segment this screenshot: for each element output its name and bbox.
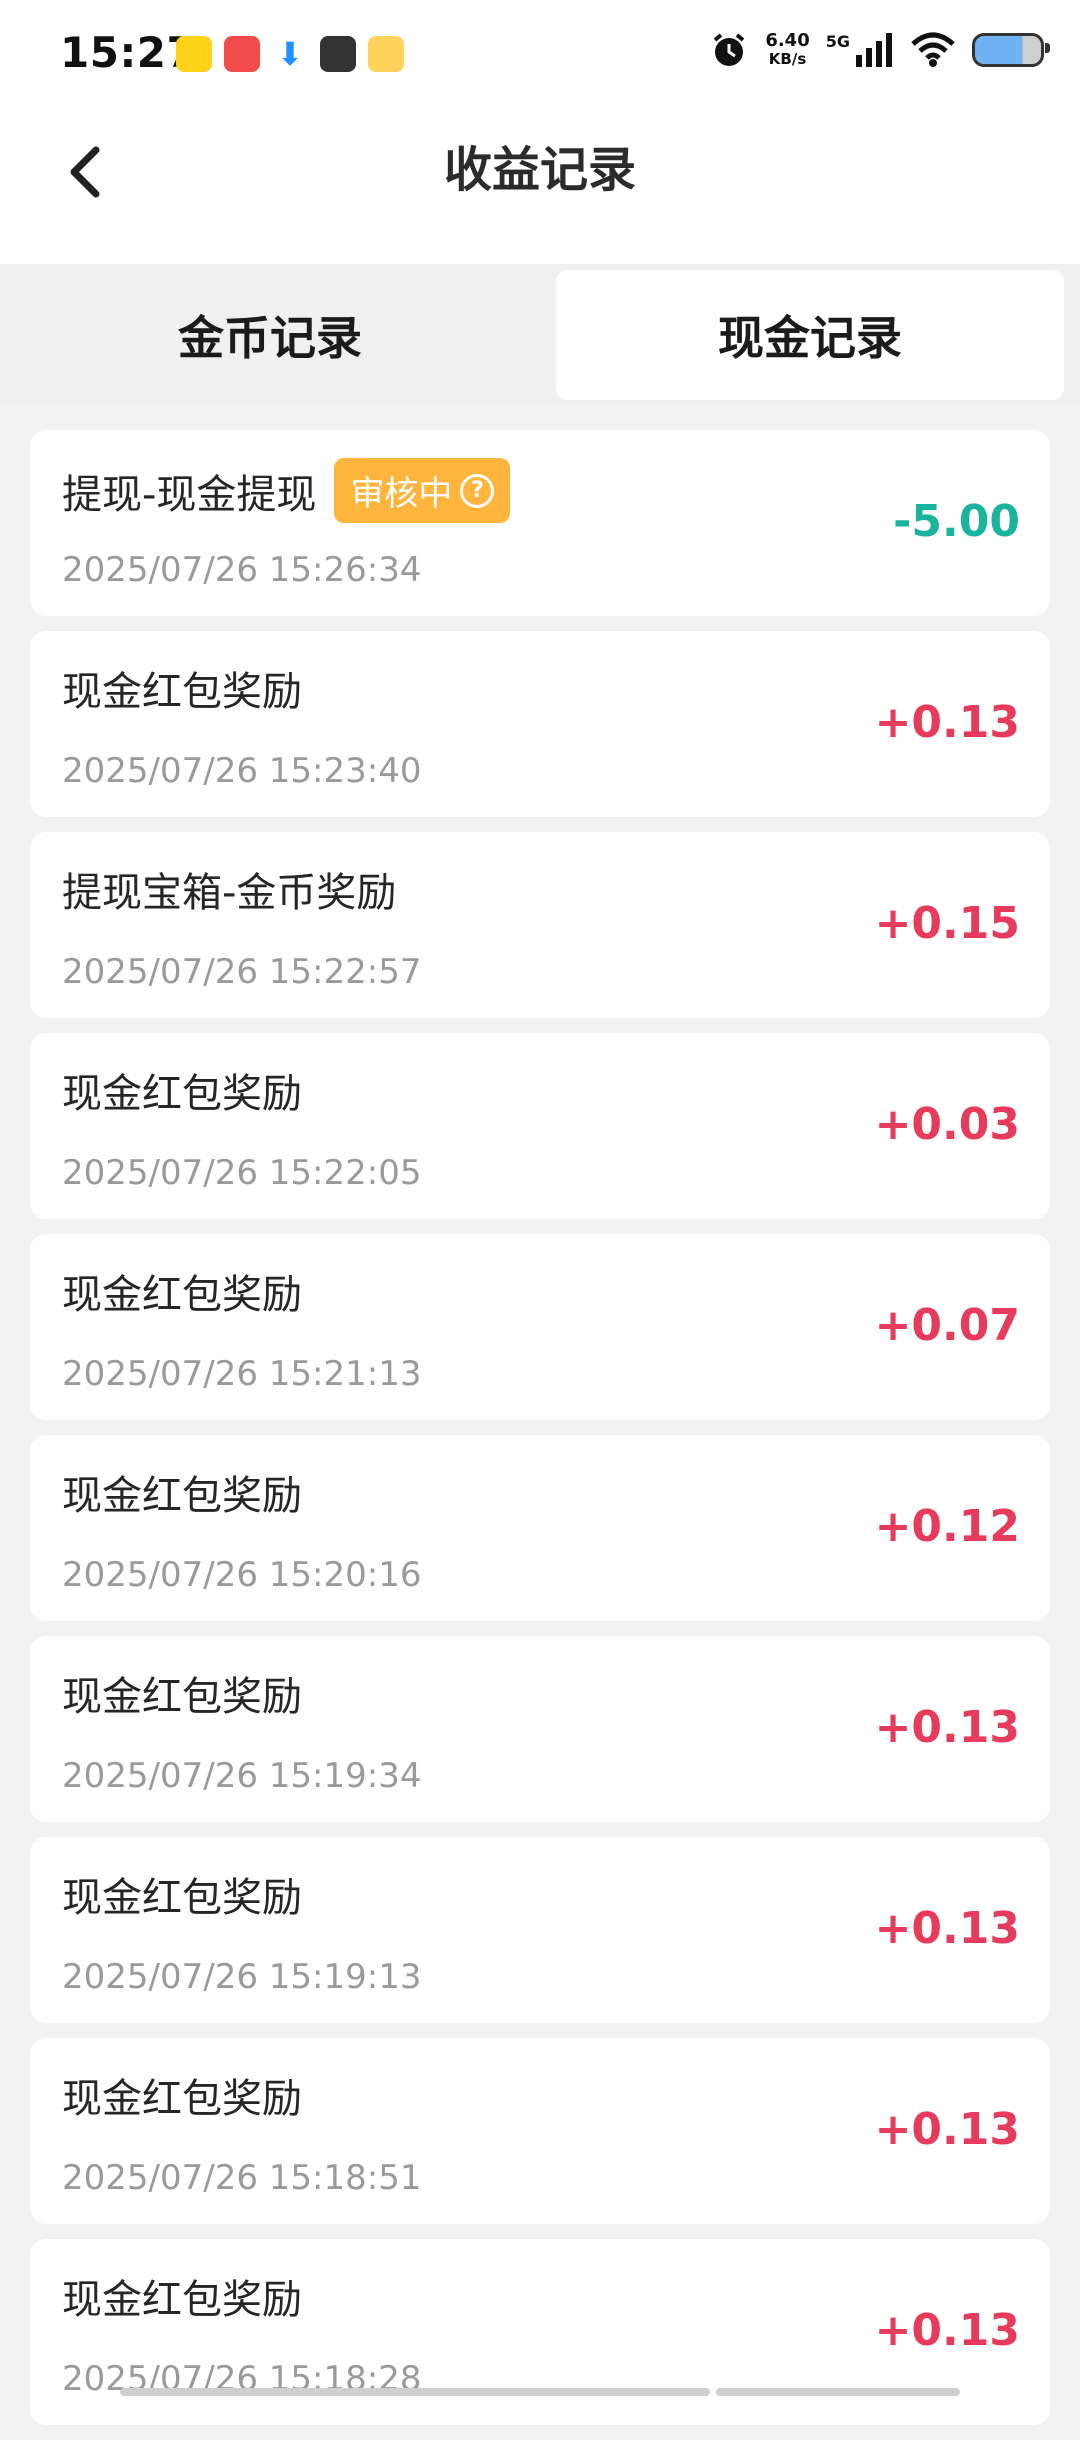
list-item[interactable]: 现金红包奖励 2025/07/26 15:19:13 +0.13 <box>30 1837 1050 2023</box>
records-list: 提现-现金提现 审核中 ? 2025/07/26 15:26:34 -5.00 … <box>30 430 1050 2440</box>
network-speed-unit: KB/s <box>768 50 807 68</box>
list-item[interactable]: 现金红包奖励 2025/07/26 15:23:40 +0.13 <box>30 631 1050 817</box>
record-time: 2025/07/26 15:22:05 <box>62 1153 422 1193</box>
record-amount: +0.13 <box>874 1903 1020 1954</box>
status-badge[interactable]: 审核中 ? <box>334 458 511 523</box>
list-item[interactable]: 提现宝箱-金币奖励 2025/07/26 15:22:57 +0.15 <box>30 832 1050 1018</box>
download-icon: ⬇ <box>276 35 304 73</box>
signal-icon <box>856 33 892 67</box>
record-title: 现金红包奖励 <box>62 669 302 715</box>
record-title-row: 提现-现金提现 审核中 ? <box>62 458 511 523</box>
list-item[interactable]: 现金红包奖励 2025/07/26 15:19:34 +0.13 <box>30 1636 1050 1822</box>
record-amount: +0.13 <box>874 2305 1020 2356</box>
record-time: 2025/07/26 15:21:13 <box>62 1354 422 1394</box>
network-speed: 6.40 KB/s <box>765 30 810 69</box>
record-title-row: 现金红包奖励 <box>62 1463 302 1521</box>
record-time: 2025/07/26 15:19:34 <box>62 1756 422 1796</box>
record-amount: +0.13 <box>874 1702 1020 1753</box>
gesture-bar <box>716 2388 960 2396</box>
notification-icons: ⬇ <box>176 36 404 72</box>
record-title: 提现-现金提现 <box>62 471 317 518</box>
record-amount: +0.13 <box>874 697 1020 748</box>
record-title: 现金红包奖励 <box>62 1875 302 1921</box>
record-title: 现金红包奖励 <box>62 1071 302 1117</box>
gesture-bar <box>120 2388 710 2396</box>
record-amount: -5.00 <box>893 496 1020 547</box>
record-amount: +0.12 <box>874 1501 1020 1552</box>
record-title-row: 现金红包奖励 <box>62 2066 302 2124</box>
status-badge-label: 审核中 <box>350 474 453 514</box>
record-time: 2025/07/26 15:20:16 <box>62 1555 422 1595</box>
record-title: 现金红包奖励 <box>62 1674 302 1720</box>
record-title: 现金红包奖励 <box>62 1473 302 1519</box>
record-title: 现金红包奖励 <box>62 2277 302 2323</box>
tab-coin-records[interactable]: 金币记录 <box>0 270 540 400</box>
record-time: 2025/07/26 15:26:34 <box>62 550 422 590</box>
record-time: 2025/07/26 15:22:57 <box>62 952 422 992</box>
record-time: 2025/07/26 15:19:13 <box>62 1957 422 1997</box>
record-time: 2025/07/26 15:18:51 <box>62 2158 422 2198</box>
record-title: 提现宝箱-金币奖励 <box>62 870 397 916</box>
network-type: 5G <box>825 31 850 51</box>
record-title-row: 现金红包奖励 <box>62 2267 302 2325</box>
record-title-row: 现金红包奖励 <box>62 1061 302 1119</box>
list-item[interactable]: 现金红包奖励 2025/07/26 15:18:51 +0.13 <box>30 2038 1050 2224</box>
page-header: 收益记录 <box>0 110 1080 264</box>
network-speed-value: 6.40 <box>765 30 810 51</box>
list-item[interactable]: 现金红包奖励 2025/07/26 15:20:16 +0.12 <box>30 1435 1050 1621</box>
tab-cash-records[interactable]: 现金记录 <box>556 270 1064 400</box>
question-circle-icon: ? <box>460 473 495 508</box>
alarm-icon <box>714 33 745 66</box>
record-amount: +0.15 <box>874 898 1020 949</box>
list-item[interactable]: 现金红包奖励 2025/07/26 15:22:05 +0.03 <box>30 1033 1050 1219</box>
record-title-row: 提现宝箱-金币奖励 <box>62 860 396 918</box>
status-bar: 15:27 ⬇ 6.40 KB/s 5G <box>0 0 1080 110</box>
record-title-row: 现金红包奖励 <box>62 1865 302 1923</box>
app-notification-icon <box>224 36 260 72</box>
status-indicators: 6.40 KB/s 5G <box>709 30 1050 70</box>
battery-icon <box>972 33 1050 67</box>
note-app-icon <box>368 36 404 72</box>
record-title-row: 现金红包奖励 <box>62 1262 302 1320</box>
record-amount: +0.13 <box>874 2104 1020 2155</box>
list-item[interactable]: 现金红包奖励 2025/07/26 15:18:28 +0.13 <box>30 2239 1050 2425</box>
record-title: 现金红包奖励 <box>62 1272 302 1318</box>
record-amount: +0.03 <box>874 1099 1020 1150</box>
record-amount: +0.07 <box>874 1300 1020 1351</box>
video-app-icon <box>320 36 356 72</box>
wifi-icon <box>911 32 955 67</box>
record-title: 现金红包奖励 <box>62 2076 302 2122</box>
list-item[interactable]: 现金红包奖励 2025/07/26 15:21:13 +0.07 <box>30 1234 1050 1420</box>
record-title-row: 现金红包奖励 <box>62 1664 302 1722</box>
page-title: 收益记录 <box>443 142 636 198</box>
record-title-row: 现金红包奖励 <box>62 659 302 717</box>
record-tabs: 金币记录 现金记录 <box>0 264 1080 406</box>
record-time: 2025/07/26 15:23:40 <box>62 751 422 791</box>
list-item[interactable]: 提现-现金提现 审核中 ? 2025/07/26 15:26:34 -5.00 <box>30 430 1050 616</box>
app-notification-icon <box>176 36 212 72</box>
